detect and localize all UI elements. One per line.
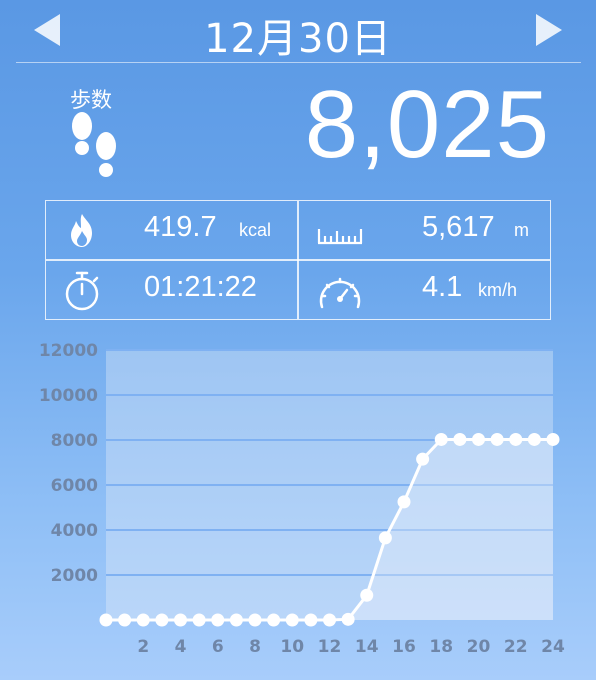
- steps-label: 歩数: [70, 88, 112, 112]
- data-point: [118, 613, 132, 627]
- x-tick-label: 2: [137, 637, 149, 657]
- header-divider: [16, 62, 581, 63]
- distance-value: 5,617: [422, 211, 495, 243]
- data-point: [546, 432, 560, 446]
- data-point: [99, 613, 113, 627]
- data-point: [490, 432, 504, 446]
- data-point: [285, 613, 299, 627]
- data-point: [267, 613, 281, 627]
- data-point: [397, 495, 411, 509]
- steps-line-chart: 200040006000800010000120002 4 6 8 10 12 14 16 18…: [39, 341, 565, 657]
- x-tick-label: 4: [175, 637, 187, 657]
- data-point: [136, 613, 150, 627]
- data-point: [155, 613, 169, 627]
- x-tick-label: 14: [355, 637, 379, 657]
- duration-value: 01:21:22: [144, 271, 257, 303]
- distance-unit: m: [514, 220, 529, 240]
- data-point: [192, 613, 206, 627]
- y-tick-label: 8000: [51, 431, 98, 451]
- data-point: [174, 613, 187, 627]
- speed-value: 4.1: [422, 271, 463, 303]
- calories-unit: kcal: [239, 220, 272, 240]
- data-point: [211, 613, 225, 627]
- y-tick-label: 4000: [51, 521, 98, 541]
- x-tick-label: 18: [429, 637, 453, 657]
- header: 12月30日: [0, 0, 596, 62]
- duration-cell: 01:21:22: [46, 261, 297, 319]
- ruler-icon: [317, 229, 363, 245]
- data-point: [509, 432, 523, 446]
- y-tick-label: 10000: [39, 386, 98, 406]
- data-point: [304, 613, 318, 627]
- data-point: [472, 432, 485, 446]
- data-point: [248, 613, 262, 627]
- next-day-arrow-icon[interactable]: [534, 12, 564, 48]
- data-point: [341, 612, 355, 626]
- flame-icon: [71, 214, 92, 247]
- data-point: [360, 588, 374, 602]
- speed-cell: 4.1 km/h: [298, 261, 550, 319]
- stopwatch-icon: [65, 271, 99, 311]
- x-tick-label: 10: [280, 637, 304, 657]
- x-tick-label: 6: [212, 637, 224, 657]
- steps-count: 8,025: [304, 71, 550, 178]
- x-tick-label: 22: [504, 637, 528, 657]
- data-point: [453, 432, 467, 446]
- x-tick-label: 12: [318, 637, 342, 657]
- speed-unit: km/h: [478, 280, 518, 300]
- x-tick-label: 8: [249, 637, 261, 657]
- stats-panel: 419.7 kcal 5,617 m 01:21:22 4.1 km/h: [45, 200, 551, 320]
- calories-value: 419.7: [144, 211, 217, 243]
- y-tick-label: 2000: [51, 566, 98, 586]
- calories-cell: 419.7 kcal: [46, 201, 297, 259]
- data-point: [527, 432, 541, 446]
- data-point: [323, 613, 336, 627]
- distance-cell: 5,617 m: [298, 201, 550, 259]
- data-point: [416, 452, 430, 466]
- data-point: [229, 613, 243, 627]
- x-tick-label: 20: [467, 637, 491, 657]
- data-point: [434, 432, 448, 446]
- x-tick-label: 24: [541, 637, 565, 657]
- speedometer-icon: [319, 277, 361, 309]
- footprints-icon: [72, 112, 116, 177]
- y-tick-label: 6000: [51, 476, 98, 496]
- y-tick-label: 12000: [39, 341, 98, 361]
- x-tick-label: 16: [392, 637, 416, 657]
- data-point: [378, 531, 392, 545]
- date-title: 12月30日: [204, 16, 392, 62]
